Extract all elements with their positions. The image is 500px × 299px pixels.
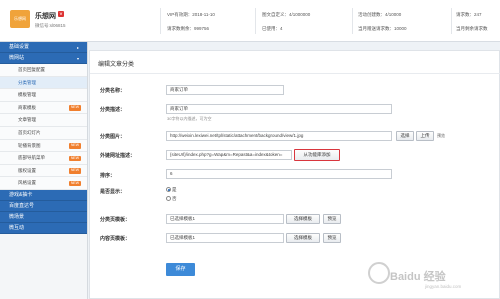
- sidebar-section-basic[interactable]: 基础设置 ▸: [0, 42, 87, 53]
- category-desc-hint: 30字符以内描述，可为空: [167, 116, 212, 121]
- new-badge: NEW: [68, 168, 81, 174]
- sidebar-item-bottom-nav[interactable]: 底部导航菜单 NEW: [0, 152, 87, 165]
- sidebar-item-category[interactable]: 分类管理: [0, 76, 87, 90]
- show-label: 是否显示：: [100, 189, 126, 195]
- link-url-label: 外链网址描述：: [100, 153, 136, 159]
- sidebar-item-style[interactable]: 风格设置 NEW: [0, 177, 87, 190]
- header-divider: [451, 8, 452, 34]
- chevron-down-icon: ▾: [76, 56, 79, 61]
- new-badge: NEW: [68, 143, 81, 149]
- sidebar-item-merchant-template[interactable]: 商家模板 NEW: [0, 101, 87, 115]
- sidebar-section-scene[interactable]: 微场景: [0, 211, 87, 223]
- sidebar: 基础设置 ▸ 微网站 ▾ 首页回复配置 分类管理 模板管理 商家模板 NEW 文章管理…: [0, 42, 88, 299]
- sidebar-item-home-reply[interactable]: 首页回复配置: [0, 64, 87, 77]
- chevron-right-icon: ▸: [76, 45, 79, 50]
- radio-checked-icon: [166, 187, 171, 193]
- stat-requests: 请求数：247: [456, 12, 482, 17]
- sort-input[interactable]: 6: [166, 169, 392, 179]
- add-from-library-button[interactable]: 从功能库添加: [294, 149, 340, 161]
- content-template-label: 内容页模板：: [100, 236, 131, 242]
- category-template-select-button[interactable]: 选择模板: [286, 214, 320, 224]
- sidebar-section-games[interactable]: 游戏&抽卡: [0, 189, 87, 201]
- new-badge: NEW: [68, 105, 81, 111]
- category-template-label: 分类页模板：: [100, 217, 131, 223]
- sidebar-item-carousel-bg[interactable]: 轮播背景图 NEW: [0, 139, 87, 153]
- sidebar-section-microsite[interactable]: 微网站 ▾: [0, 53, 87, 64]
- image-preview-link[interactable]: 预览: [437, 133, 445, 139]
- category-template-preview-button[interactable]: 预览: [323, 214, 341, 224]
- header-divider: [255, 8, 256, 34]
- header-divider: [160, 8, 161, 34]
- brand-name: 乐想网 V: [35, 11, 64, 20]
- sidebar-item-slides[interactable]: 首页幻灯片: [0, 126, 87, 140]
- category-desc-label: 分类描述：: [100, 107, 126, 113]
- sidebar-item-copyright[interactable]: 版权设置 NEW: [0, 164, 87, 178]
- vip-badge: V: [58, 11, 64, 17]
- image-select-button[interactable]: 选择: [396, 131, 414, 141]
- stat-requests-left: 请求数剩余：999756: [167, 26, 210, 31]
- category-template-input[interactable]: 已选择模板1: [166, 214, 284, 224]
- show-yes-radio[interactable]: 是: [166, 187, 177, 193]
- top-header: 乐想网 乐想网 V 微信号:sl06815 VIP有效期：2018-11-10 请…: [0, 0, 500, 42]
- header-divider: [352, 8, 353, 34]
- save-button[interactable]: 保存: [166, 263, 195, 276]
- new-badge: NEW: [68, 180, 81, 187]
- sidebar-item-articles[interactable]: 文章管理: [0, 114, 87, 127]
- stat-used: 已使用：4: [262, 26, 283, 31]
- baidu-paw-logo: [368, 262, 390, 284]
- wechat-id: 微信号:sl06815: [35, 23, 66, 28]
- category-image-input[interactable]: http://weixin.lexiwei.net/tpl/static/att…: [166, 131, 392, 141]
- content-template-preview-button[interactable]: 预览: [323, 233, 341, 243]
- new-badge: NEW: [68, 155, 81, 162]
- content-template-input[interactable]: 已选择模板1: [166, 233, 284, 243]
- stat-monthly-left: 当月剩余请求数: [456, 26, 488, 31]
- stat-activities: 活动创建数：4/10000: [358, 12, 402, 17]
- content-template-select-button[interactable]: 选择模板: [286, 233, 320, 243]
- sidebar-section-baidu[interactable]: 百度直达号: [0, 200, 87, 212]
- sidebar-item-template[interactable]: 模板管理: [0, 89, 87, 102]
- image-upload-button[interactable]: 上传: [416, 131, 434, 141]
- sidebar-section-interact[interactable]: 微互动: [0, 222, 87, 234]
- watermark-url: jingyan.baidu.com: [425, 284, 462, 289]
- stat-monthly-gift: 当月赠送请求数：10000: [358, 26, 407, 31]
- title-divider: [90, 73, 500, 74]
- category-name-input[interactable]: 商家订单: [166, 85, 284, 95]
- stat-custom-news: 图文自定义：4/1000000: [262, 12, 311, 17]
- page-title: 编辑文章分类: [98, 62, 135, 68]
- sort-label: 排序：: [100, 173, 116, 179]
- edit-category-panel: 编辑文章分类 分类名称： 商家订单 分类描述： 商家订单 30字符以内描述，可为…: [89, 50, 500, 299]
- category-name-label: 分类名称：: [100, 88, 126, 94]
- stat-vip-expiry: VIP有效期：2018-11-10: [167, 12, 215, 17]
- radio-unchecked-icon: [166, 196, 171, 202]
- category-desc-input[interactable]: 商家订单: [166, 104, 392, 114]
- category-image-label: 分类图片：: [100, 134, 126, 140]
- site-logo[interactable]: 乐想网: [10, 10, 30, 28]
- link-url-input[interactable]: {siteUrl}/index.php?g=Wap&m=Repast&a=ind…: [166, 150, 292, 160]
- show-no-radio[interactable]: 否: [166, 196, 177, 202]
- watermark-text: Baidu 经验: [390, 271, 446, 283]
